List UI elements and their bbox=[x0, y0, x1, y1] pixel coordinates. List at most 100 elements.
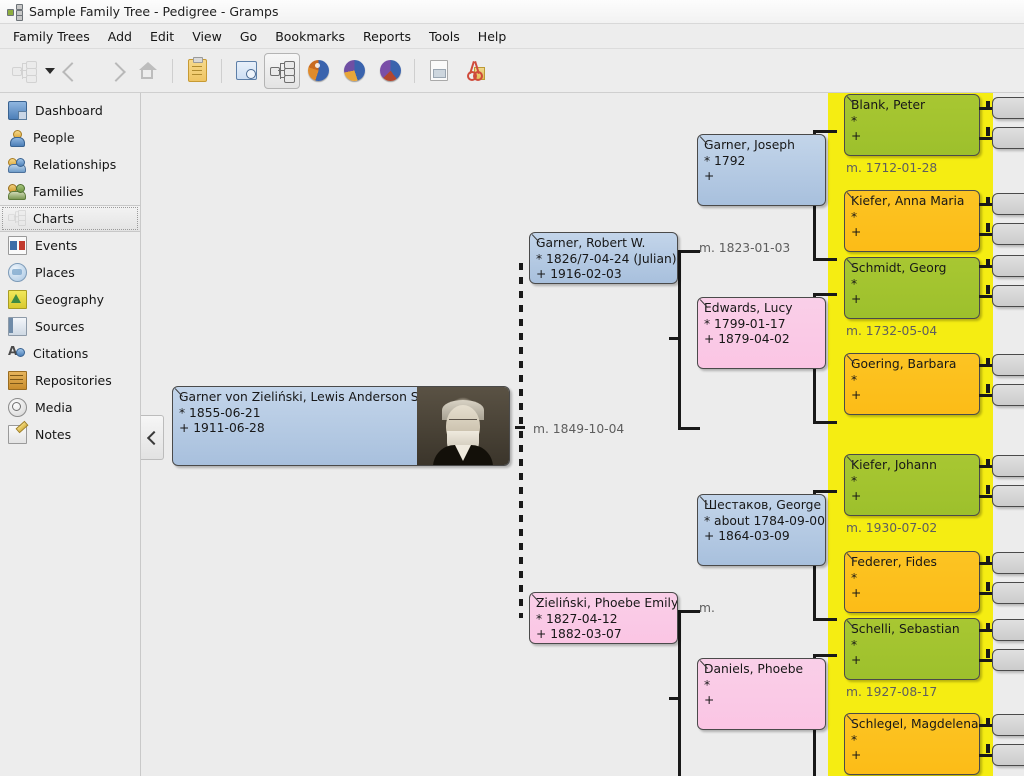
person-birth: * bbox=[851, 637, 858, 652]
generation5-stub-box[interactable] bbox=[992, 714, 1024, 736]
person-name: Garner, Robert W. bbox=[536, 236, 646, 250]
person-box-root[interactable]: Garner von Zieliński, Lewis Anderson Sr … bbox=[172, 386, 510, 466]
person-birth: * bbox=[851, 113, 858, 128]
menu-view[interactable]: View bbox=[183, 26, 231, 47]
person-death: + bbox=[851, 129, 862, 143]
generation5-stub-box[interactable] bbox=[992, 485, 1024, 507]
generation5-connector bbox=[979, 265, 993, 268]
generation5-stub-box[interactable] bbox=[992, 193, 1024, 215]
relationships-icon bbox=[8, 156, 26, 173]
window-title: Sample Family Tree - Pedigree - Gramps bbox=[29, 4, 279, 19]
sidebar-item-media[interactable]: Media bbox=[0, 394, 140, 421]
generation5-stub-box[interactable] bbox=[992, 97, 1024, 119]
fan-chart-button[interactable] bbox=[300, 53, 336, 89]
menu-edit[interactable]: Edit bbox=[141, 26, 183, 47]
menu-help[interactable]: Help bbox=[469, 26, 516, 47]
dropdown-caret-icon[interactable] bbox=[42, 54, 58, 88]
person-box-father[interactable]: Garner, Robert W. * 1826/7-04-24 (Julian… bbox=[529, 232, 678, 284]
sidebar-item-places[interactable]: Places bbox=[0, 259, 140, 286]
sidebar-item-relationships[interactable]: Relationships bbox=[0, 151, 140, 178]
sidebar-item-citations[interactable]: Citations bbox=[0, 340, 140, 367]
person-box-g4-2[interactable]: Kiefer, Anna Maria * + bbox=[844, 190, 980, 252]
person-box-maternal-grandfather[interactable]: Шестаков, George * about 1784-09-00 + 18… bbox=[697, 494, 826, 566]
person-box-g4-4[interactable]: Goering, Barbara * + bbox=[844, 353, 980, 415]
person-box-g4-6[interactable]: Federer, Fides * + bbox=[844, 551, 980, 613]
view-document-button[interactable] bbox=[421, 53, 457, 89]
generation5-stub-box[interactable] bbox=[992, 582, 1024, 604]
scissors-icon bbox=[465, 60, 485, 81]
forward-button[interactable] bbox=[94, 53, 130, 89]
connector-g4-7-h bbox=[813, 654, 837, 657]
person-birth: * bbox=[851, 276, 858, 291]
charts-icon bbox=[8, 210, 26, 227]
generation5-stub-box[interactable] bbox=[992, 354, 1024, 376]
sidebar-item-geography[interactable]: Geography bbox=[0, 286, 140, 313]
generation5-stub-box[interactable] bbox=[992, 255, 1024, 277]
person-box-g4-3[interactable]: Schmidt, Georg * + bbox=[844, 257, 980, 319]
sidebar-item-repositories[interactable]: Repositories bbox=[0, 367, 140, 394]
person-box-paternal-grandmother[interactable]: Edwards, Lucy * 1799-01-17 + 1879-04-02 bbox=[697, 297, 826, 369]
sidebar-item-charts[interactable]: Charts bbox=[0, 205, 140, 232]
toolbar bbox=[0, 49, 1024, 93]
menu-bookmarks[interactable]: Bookmarks bbox=[266, 26, 354, 47]
title-bar: Sample Family Tree - Pedigree - Gramps bbox=[0, 0, 1024, 24]
menu-reports[interactable]: Reports bbox=[354, 26, 420, 47]
person-box-paternal-grandfather[interactable]: Garner, Joseph * 1792 + bbox=[697, 134, 826, 206]
people-icon bbox=[8, 129, 25, 147]
menu-go[interactable]: Go bbox=[231, 26, 266, 47]
sidebar-item-sources[interactable]: Sources bbox=[0, 313, 140, 340]
person-box-mother[interactable]: Zieliński, Phoebe Emily * 1827-04-12 + 1… bbox=[529, 592, 678, 644]
sidebar-item-people[interactable]: People bbox=[0, 124, 140, 151]
add-person-button[interactable] bbox=[6, 53, 42, 89]
sidebar-item-families[interactable]: Families bbox=[0, 178, 140, 205]
person-box-g4-1[interactable]: Blank, Peter * + bbox=[844, 94, 980, 156]
person-name: Blank, Peter bbox=[851, 98, 926, 112]
menu-bar: Family Trees Add Edit View Go Bookmarks … bbox=[0, 24, 1024, 49]
sidebar-item-notes[interactable]: Notes bbox=[0, 421, 140, 448]
descendant-fan-chart-button[interactable] bbox=[336, 53, 372, 89]
menu-family-trees[interactable]: Family Trees bbox=[4, 26, 99, 47]
sidebar-item-label: Geography bbox=[35, 292, 105, 307]
home-button[interactable] bbox=[130, 53, 166, 89]
person-box-maternal-grandmother[interactable]: Daniels, Phoebe * + bbox=[697, 658, 826, 730]
connector-g4-3-h bbox=[813, 293, 837, 296]
person-name: Goering, Barbara bbox=[851, 357, 957, 371]
reports-button[interactable] bbox=[228, 53, 264, 89]
places-icon bbox=[8, 263, 27, 282]
generation5-stub-box[interactable] bbox=[992, 127, 1024, 149]
person-name: Kiefer, Johann bbox=[851, 458, 937, 472]
twoway-fan-chart-button[interactable] bbox=[372, 53, 408, 89]
generation5-stub-box[interactable] bbox=[992, 384, 1024, 406]
person-box-g4-7[interactable]: Schelli, Sebastian * + bbox=[844, 618, 980, 680]
back-button[interactable] bbox=[58, 53, 94, 89]
cut-button[interactable] bbox=[457, 53, 493, 89]
sidebar-item-dashboard[interactable]: Dashboard bbox=[0, 97, 140, 124]
sidebar-item-events[interactable]: Events bbox=[0, 232, 140, 259]
generation5-stub-box[interactable] bbox=[992, 223, 1024, 245]
person-death: + 1864-03-09 bbox=[704, 529, 790, 543]
pedigree-chart-button[interactable] bbox=[264, 52, 300, 89]
pedigree-chart-canvas[interactable]: Garner von Zieliński, Lewis Anderson Sr … bbox=[141, 93, 1024, 776]
generation5-stub-box[interactable] bbox=[992, 619, 1024, 641]
generation5-connector-dot bbox=[986, 127, 990, 136]
collapse-left-button[interactable] bbox=[141, 415, 164, 460]
generation5-stub-box[interactable] bbox=[992, 649, 1024, 671]
person-death: + bbox=[851, 653, 862, 667]
connector-father-v bbox=[678, 250, 681, 430]
generation5-stub-box[interactable] bbox=[992, 552, 1024, 574]
generation5-stub-box[interactable] bbox=[992, 744, 1024, 766]
generation5-connector bbox=[979, 364, 993, 367]
clipboard-button[interactable] bbox=[179, 53, 215, 89]
person-death: + 1882-03-07 bbox=[536, 627, 622, 641]
sidebar-item-label: Sources bbox=[35, 319, 85, 334]
person-box-g4-8[interactable]: Schlegel, Magdelena * + bbox=[844, 713, 980, 775]
generation5-connector-dot bbox=[986, 223, 990, 232]
generation5-stub-box[interactable] bbox=[992, 455, 1024, 477]
citations-icon bbox=[8, 344, 25, 362]
menu-tools[interactable]: Tools bbox=[420, 26, 469, 47]
person-box-g4-5[interactable]: Kiefer, Johann * + bbox=[844, 454, 980, 516]
generation5-connector bbox=[979, 295, 993, 298]
menu-add[interactable]: Add bbox=[99, 26, 141, 47]
generation5-stub-box[interactable] bbox=[992, 285, 1024, 307]
generation5-connector bbox=[979, 465, 993, 468]
